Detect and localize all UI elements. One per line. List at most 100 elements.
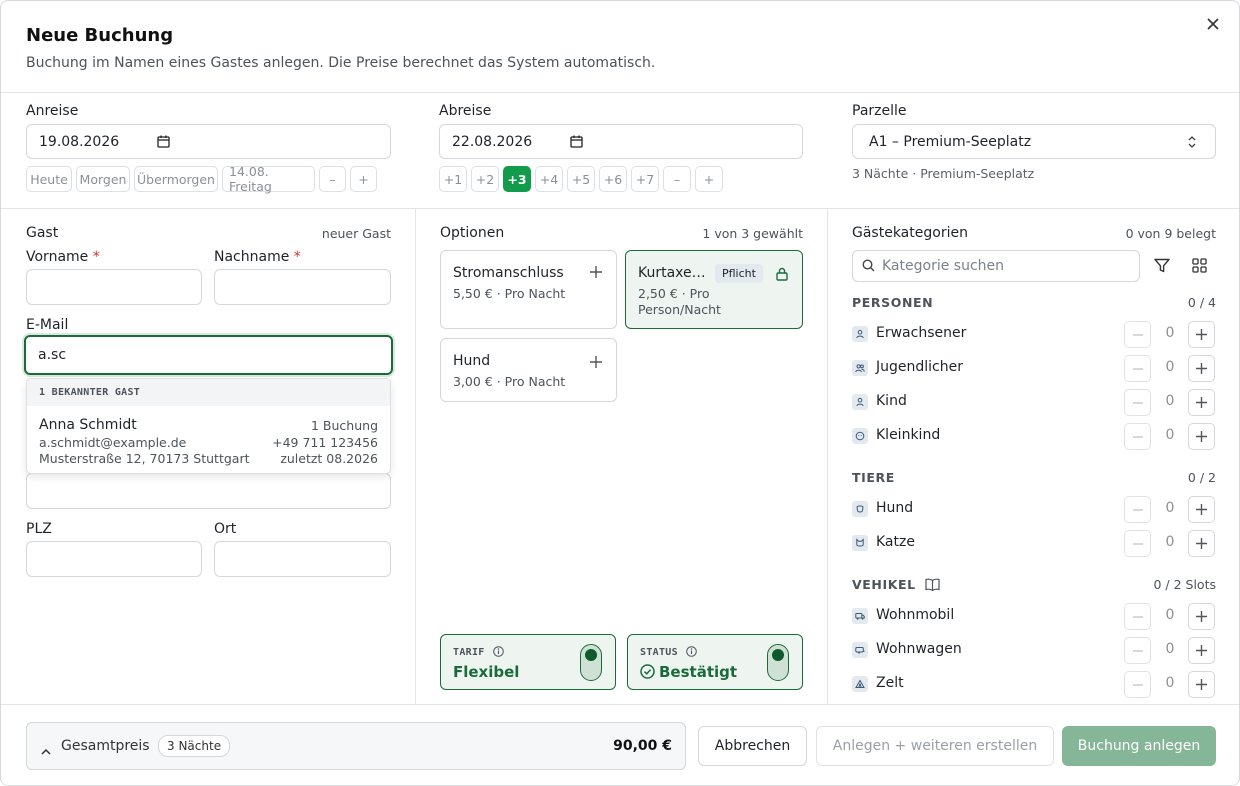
increment-button[interactable]	[1188, 355, 1215, 382]
category-row: Wohnwagen 0	[852, 637, 1216, 664]
firstname-label: Vorname *	[26, 249, 100, 265]
create-booking-button[interactable]: Buchung anlegen	[1062, 726, 1216, 766]
category-count: 0	[1165, 393, 1175, 409]
category-count: 0	[1165, 325, 1175, 341]
book-icon[interactable]	[925, 578, 940, 594]
chip-plus-2[interactable]: +2	[471, 166, 499, 192]
search-icon	[862, 258, 875, 276]
increment-button[interactable]	[1188, 321, 1215, 348]
arrival-minus-button[interactable]: –	[319, 166, 346, 192]
plz-input[interactable]	[26, 541, 202, 577]
tariff-toggle-card[interactable]: TARIF Flexibel	[440, 634, 616, 690]
chip-plus-5[interactable]: +5	[567, 166, 595, 192]
decrement-button[interactable]	[1124, 423, 1151, 450]
plus-icon[interactable]	[590, 264, 602, 282]
decrement-button[interactable]	[1124, 355, 1151, 382]
chip-today[interactable]: Heute	[26, 166, 72, 192]
camper-icon	[852, 608, 868, 624]
category-row: Kleinkind 0	[852, 423, 1216, 450]
total-price-panel[interactable]: Gesamtpreis 3 Nächte 90,00 €	[26, 722, 686, 770]
lock-icon	[775, 266, 789, 285]
decrement-button[interactable]	[1124, 530, 1151, 557]
city-label: Ort	[214, 521, 237, 537]
close-icon[interactable]	[1203, 16, 1223, 36]
chevron-up-icon[interactable]	[41, 741, 51, 760]
increment-button[interactable]	[1188, 423, 1215, 450]
pitch-label: Parzelle	[852, 103, 907, 119]
email-input[interactable]: a.sc	[24, 335, 393, 375]
grid-view-icon[interactable]	[1192, 258, 1207, 277]
firstname-input[interactable]	[26, 269, 202, 305]
category-name: Erwachsener	[876, 325, 967, 341]
pitch-select[interactable]: A1 – Premium-Seeplatz	[852, 124, 1216, 159]
chip-day-after-tomorrow[interactable]: Übermorgen	[134, 166, 218, 192]
departure-date-input[interactable]: 22.08.2026	[439, 124, 803, 159]
arrival-date-value: 19.08.2026	[39, 133, 120, 150]
decrement-button[interactable]	[1124, 321, 1151, 348]
chip-plus-1[interactable]: +1	[439, 166, 467, 192]
status-switch[interactable]	[767, 644, 789, 681]
plus-icon[interactable]	[590, 354, 602, 372]
option-dog[interactable]: Hund 3,00 € · Pro Nacht	[440, 338, 617, 402]
decrement-button[interactable]	[1124, 671, 1151, 698]
calendar-icon[interactable]	[157, 135, 170, 152]
departure-minus-button[interactable]: –	[663, 166, 691, 192]
increment-button[interactable]	[1188, 671, 1215, 698]
cancel-button[interactable]: Abbrechen	[698, 726, 807, 766]
pitch-hint: 3 Nächte · Premium-Seeplatz	[852, 166, 1035, 181]
chip-tomorrow[interactable]: Morgen	[76, 166, 130, 192]
lastname-input[interactable]	[214, 269, 391, 305]
group-vehicles-count: 0 / 2 Slots	[1153, 577, 1216, 592]
increment-button[interactable]	[1188, 530, 1215, 557]
category-name: Wohnwagen	[876, 641, 962, 657]
increment-button[interactable]	[1188, 637, 1215, 664]
group-vehicles-label-text: VEHIKEL	[852, 577, 916, 592]
required-mark: *	[92, 249, 100, 265]
increment-button[interactable]	[1188, 496, 1215, 523]
suggestion-item[interactable]: Anna Schmidt 1 Buchung a.schmidt@example…	[27, 406, 390, 474]
departure-label: Abreise	[439, 103, 492, 119]
decrement-button[interactable]	[1124, 389, 1151, 416]
tariff-label-text: TARIF	[453, 647, 485, 658]
chip-plus-6[interactable]: +6	[599, 166, 627, 192]
check-circle-icon	[640, 664, 655, 683]
categories-count: 0 von 9 belegt	[1125, 226, 1216, 241]
chip-plus-7[interactable]: +7	[631, 166, 659, 192]
decrement-button[interactable]	[1124, 496, 1151, 523]
divider	[827, 209, 828, 705]
create-and-add-another-button[interactable]: Anlegen + weiteren erstellen	[816, 726, 1054, 766]
divider	[415, 209, 416, 705]
category-search-input[interactable]: Kategorie suchen	[852, 250, 1140, 282]
people-icon	[852, 360, 868, 376]
chip-plus-3[interactable]: +3	[503, 166, 531, 192]
category-count: 0	[1165, 427, 1175, 443]
street-input[interactable]	[26, 473, 391, 509]
chip-plus-4[interactable]: +4	[535, 166, 563, 192]
calendar-icon[interactable]	[570, 135, 583, 152]
chip-friday[interactable]: 14.08. Freitag	[222, 164, 315, 194]
group-persons-label: PERSONEN	[852, 295, 934, 310]
increment-button[interactable]	[1188, 603, 1215, 630]
categories-heading: Gästekategorien	[852, 225, 968, 241]
category-row: Erwachsener 0	[852, 321, 1216, 348]
tariff-switch[interactable]	[580, 644, 602, 681]
decrement-button[interactable]	[1124, 603, 1151, 630]
category-row: Kind 0	[852, 389, 1216, 416]
suggestion-heading: 1 BEKANNTER GAST	[27, 379, 390, 406]
tariff-value: Flexibel	[453, 663, 520, 681]
new-booking-dialog: Neue Buchung Buchung im Namen eines Gast…	[0, 0, 1240, 786]
increment-button[interactable]	[1188, 389, 1215, 416]
info-icon[interactable]	[686, 646, 698, 660]
status-value: Bestätigt	[640, 663, 737, 683]
option-electricity[interactable]: Stromanschluss 5,50 € · Pro Nacht	[440, 250, 617, 329]
info-icon[interactable]	[493, 646, 504, 660]
filter-icon[interactable]	[1154, 258, 1170, 277]
city-input[interactable]	[214, 541, 391, 577]
arrival-date-input[interactable]: 19.08.2026	[26, 124, 391, 159]
status-toggle-card[interactable]: STATUS Bestätigt	[627, 634, 803, 690]
departure-plus-button[interactable]: +	[695, 166, 723, 192]
arrival-plus-button[interactable]: +	[350, 166, 377, 192]
tariff-label: TARIF	[453, 646, 504, 660]
option-tourist-tax[interactable]: Kurtaxe… 2,50 € · Pro Person/Nacht Pflich…	[625, 250, 803, 329]
decrement-button[interactable]	[1124, 637, 1151, 664]
